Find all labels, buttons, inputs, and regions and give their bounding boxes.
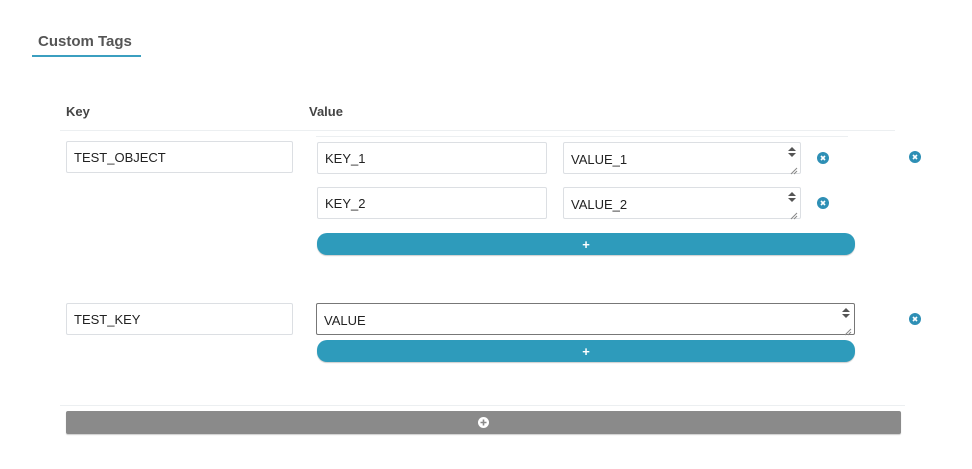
tag-key-input[interactable]: TEST_KEY — [66, 303, 293, 335]
nested-key-input[interactable]: KEY_2 — [317, 187, 547, 219]
add-tag-row-button[interactable] — [66, 411, 901, 434]
section-title-underline — [32, 55, 141, 57]
nested-value-text: VALUE_2 — [571, 196, 628, 212]
spinner-icon[interactable] — [840, 306, 852, 320]
spinner-icon[interactable] — [786, 190, 798, 204]
nested-value-textarea[interactable]: VALUE_2 — [563, 187, 801, 220]
section-title: Custom Tags — [38, 33, 132, 50]
key-column-header: Key — [66, 104, 90, 119]
nested-header-divider — [316, 136, 848, 137]
resize-handle-icon[interactable] — [790, 163, 798, 175]
close-circle-icon — [820, 155, 826, 161]
footer-divider — [60, 405, 905, 406]
nested-value-textarea[interactable]: VALUE_1 — [563, 142, 801, 175]
tag-value-textarea[interactable]: VALUE — [316, 303, 855, 336]
header-divider — [60, 130, 895, 131]
tag-value-text: VALUE — [324, 312, 366, 328]
remove-tag-button[interactable] — [909, 151, 921, 163]
nested-key-input[interactable]: KEY_1 — [317, 142, 547, 174]
remove-nested-tag-button[interactable] — [817, 152, 829, 164]
plus-circle-icon — [478, 417, 489, 428]
resize-handle-icon[interactable] — [844, 324, 852, 336]
add-nested-tag-button[interactable]: + — [317, 233, 855, 255]
close-circle-icon — [912, 316, 918, 322]
close-circle-icon — [912, 154, 918, 160]
tag-key-input[interactable]: TEST_OBJECT — [66, 141, 293, 173]
value-column-header: Value — [309, 104, 343, 119]
remove-tag-button[interactable] — [909, 313, 921, 325]
close-circle-icon — [820, 200, 826, 206]
nested-value-text: VALUE_1 — [571, 151, 628, 167]
spinner-icon[interactable] — [786, 145, 798, 159]
add-nested-tag-button[interactable]: + — [317, 340, 855, 362]
resize-handle-icon[interactable] — [790, 208, 798, 220]
remove-nested-tag-button[interactable] — [817, 197, 829, 209]
